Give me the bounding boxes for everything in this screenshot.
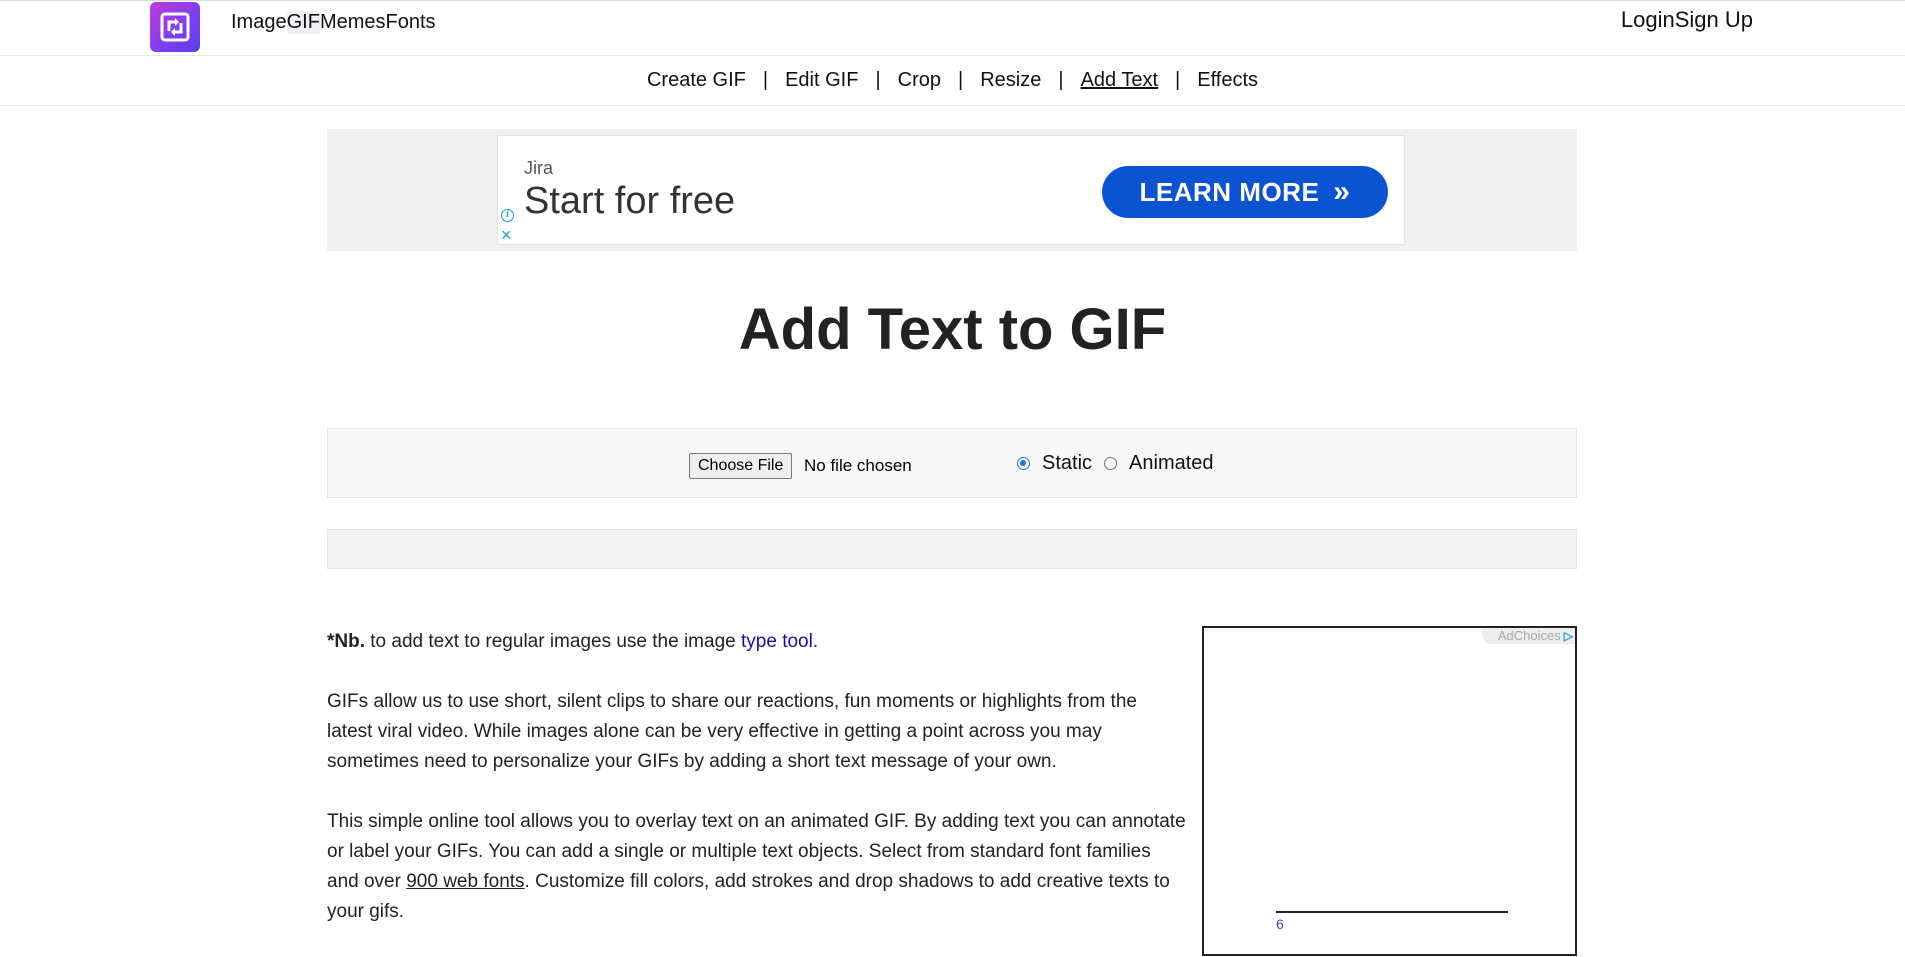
ad-mark-glyph: 6 xyxy=(1276,916,1284,932)
nav-gif[interactable]: GIF xyxy=(287,11,320,34)
nav-separator: | xyxy=(858,69,897,92)
mode-radio-group: Static Animated xyxy=(1017,452,1226,475)
main-nav: Image GIF Memes Fonts xyxy=(231,11,436,34)
web-fonts-link[interactable]: 900 web fonts xyxy=(406,871,524,892)
adchoices-icon: ▷ xyxy=(1564,628,1573,644)
login-link[interactable]: Login xyxy=(1621,7,1675,33)
nav-separator: | xyxy=(1041,69,1080,92)
refresh-square-icon xyxy=(159,11,191,43)
static-label[interactable]: Static xyxy=(1042,452,1092,475)
file-status: No file chosen xyxy=(804,456,912,476)
ad-banner[interactable]: Jira Start for free LEARN MORE » i × xyxy=(497,135,1405,245)
tab-crop[interactable]: Crop xyxy=(898,69,941,92)
ad-brand: Jira xyxy=(524,158,553,179)
upload-panel: Choose File No file chosen Static Animat… xyxy=(327,428,1577,498)
auth-links: Login Sign Up xyxy=(1621,7,1753,33)
site-logo[interactable] xyxy=(150,2,200,52)
double-chevron-right-icon: » xyxy=(1333,175,1350,209)
nb-label: *Nb. xyxy=(327,631,365,652)
gif-tools-nav: Create GIF | Edit GIF | Crop | Resize | … xyxy=(0,56,1905,106)
animated-radio[interactable] xyxy=(1104,457,1117,470)
adchoices-badge[interactable]: AdChoices ▷ xyxy=(1482,628,1575,644)
learn-more-label: LEARN MORE xyxy=(1140,177,1320,208)
description-text: *Nb. to add text to regular images use t… xyxy=(327,627,1187,957)
page-title: Add Text to GIF xyxy=(0,296,1905,363)
adchoices-label: AdChoices xyxy=(1498,628,1561,644)
intro-paragraph: GIFs allow us to use short, silent clips… xyxy=(327,687,1187,777)
nav-image[interactable]: Image xyxy=(231,11,287,34)
choose-file-button[interactable]: Choose File xyxy=(689,453,792,479)
top-header: Image GIF Memes Fonts Login Sign Up xyxy=(0,0,1905,56)
ad-headline: Start for free xyxy=(524,180,735,223)
animated-label[interactable]: Animated xyxy=(1129,452,1214,475)
nb-paragraph: *Nb. to add text to regular images use t… xyxy=(327,627,1187,657)
signup-link[interactable]: Sign Up xyxy=(1675,7,1753,33)
nav-separator: | xyxy=(941,69,980,92)
close-icon[interactable]: × xyxy=(501,226,512,244)
editor-toolbar-area xyxy=(327,529,1577,569)
info-icon[interactable]: i xyxy=(501,209,514,222)
nav-memes[interactable]: Memes xyxy=(320,11,386,34)
static-radio[interactable] xyxy=(1017,457,1030,470)
tab-edit-gif[interactable]: Edit GIF xyxy=(785,69,858,92)
learn-more-button[interactable]: LEARN MORE » xyxy=(1102,166,1388,218)
tab-effects[interactable]: Effects xyxy=(1197,69,1258,92)
ad-mark: 6 xyxy=(1276,916,1284,932)
nav-separator: | xyxy=(1158,69,1197,92)
tab-create-gif[interactable]: Create GIF xyxy=(647,69,746,92)
type-tool-link[interactable]: type tool xyxy=(741,631,813,652)
side-ad[interactable]: AdChoices ▷ 6 xyxy=(1202,626,1577,956)
tool-paragraph: This simple online tool allows you to ov… xyxy=(327,807,1187,927)
nav-fonts[interactable]: Fonts xyxy=(386,11,436,34)
tab-add-text[interactable]: Add Text xyxy=(1081,69,1158,92)
ad-banner-container: Jira Start for free LEARN MORE » i × xyxy=(327,129,1577,251)
nb-end: . xyxy=(813,631,818,652)
tab-resize[interactable]: Resize xyxy=(980,69,1041,92)
ad-divider xyxy=(1276,911,1508,913)
nb-text: to add text to regular images use the im… xyxy=(365,631,741,652)
nav-separator: | xyxy=(746,69,785,92)
